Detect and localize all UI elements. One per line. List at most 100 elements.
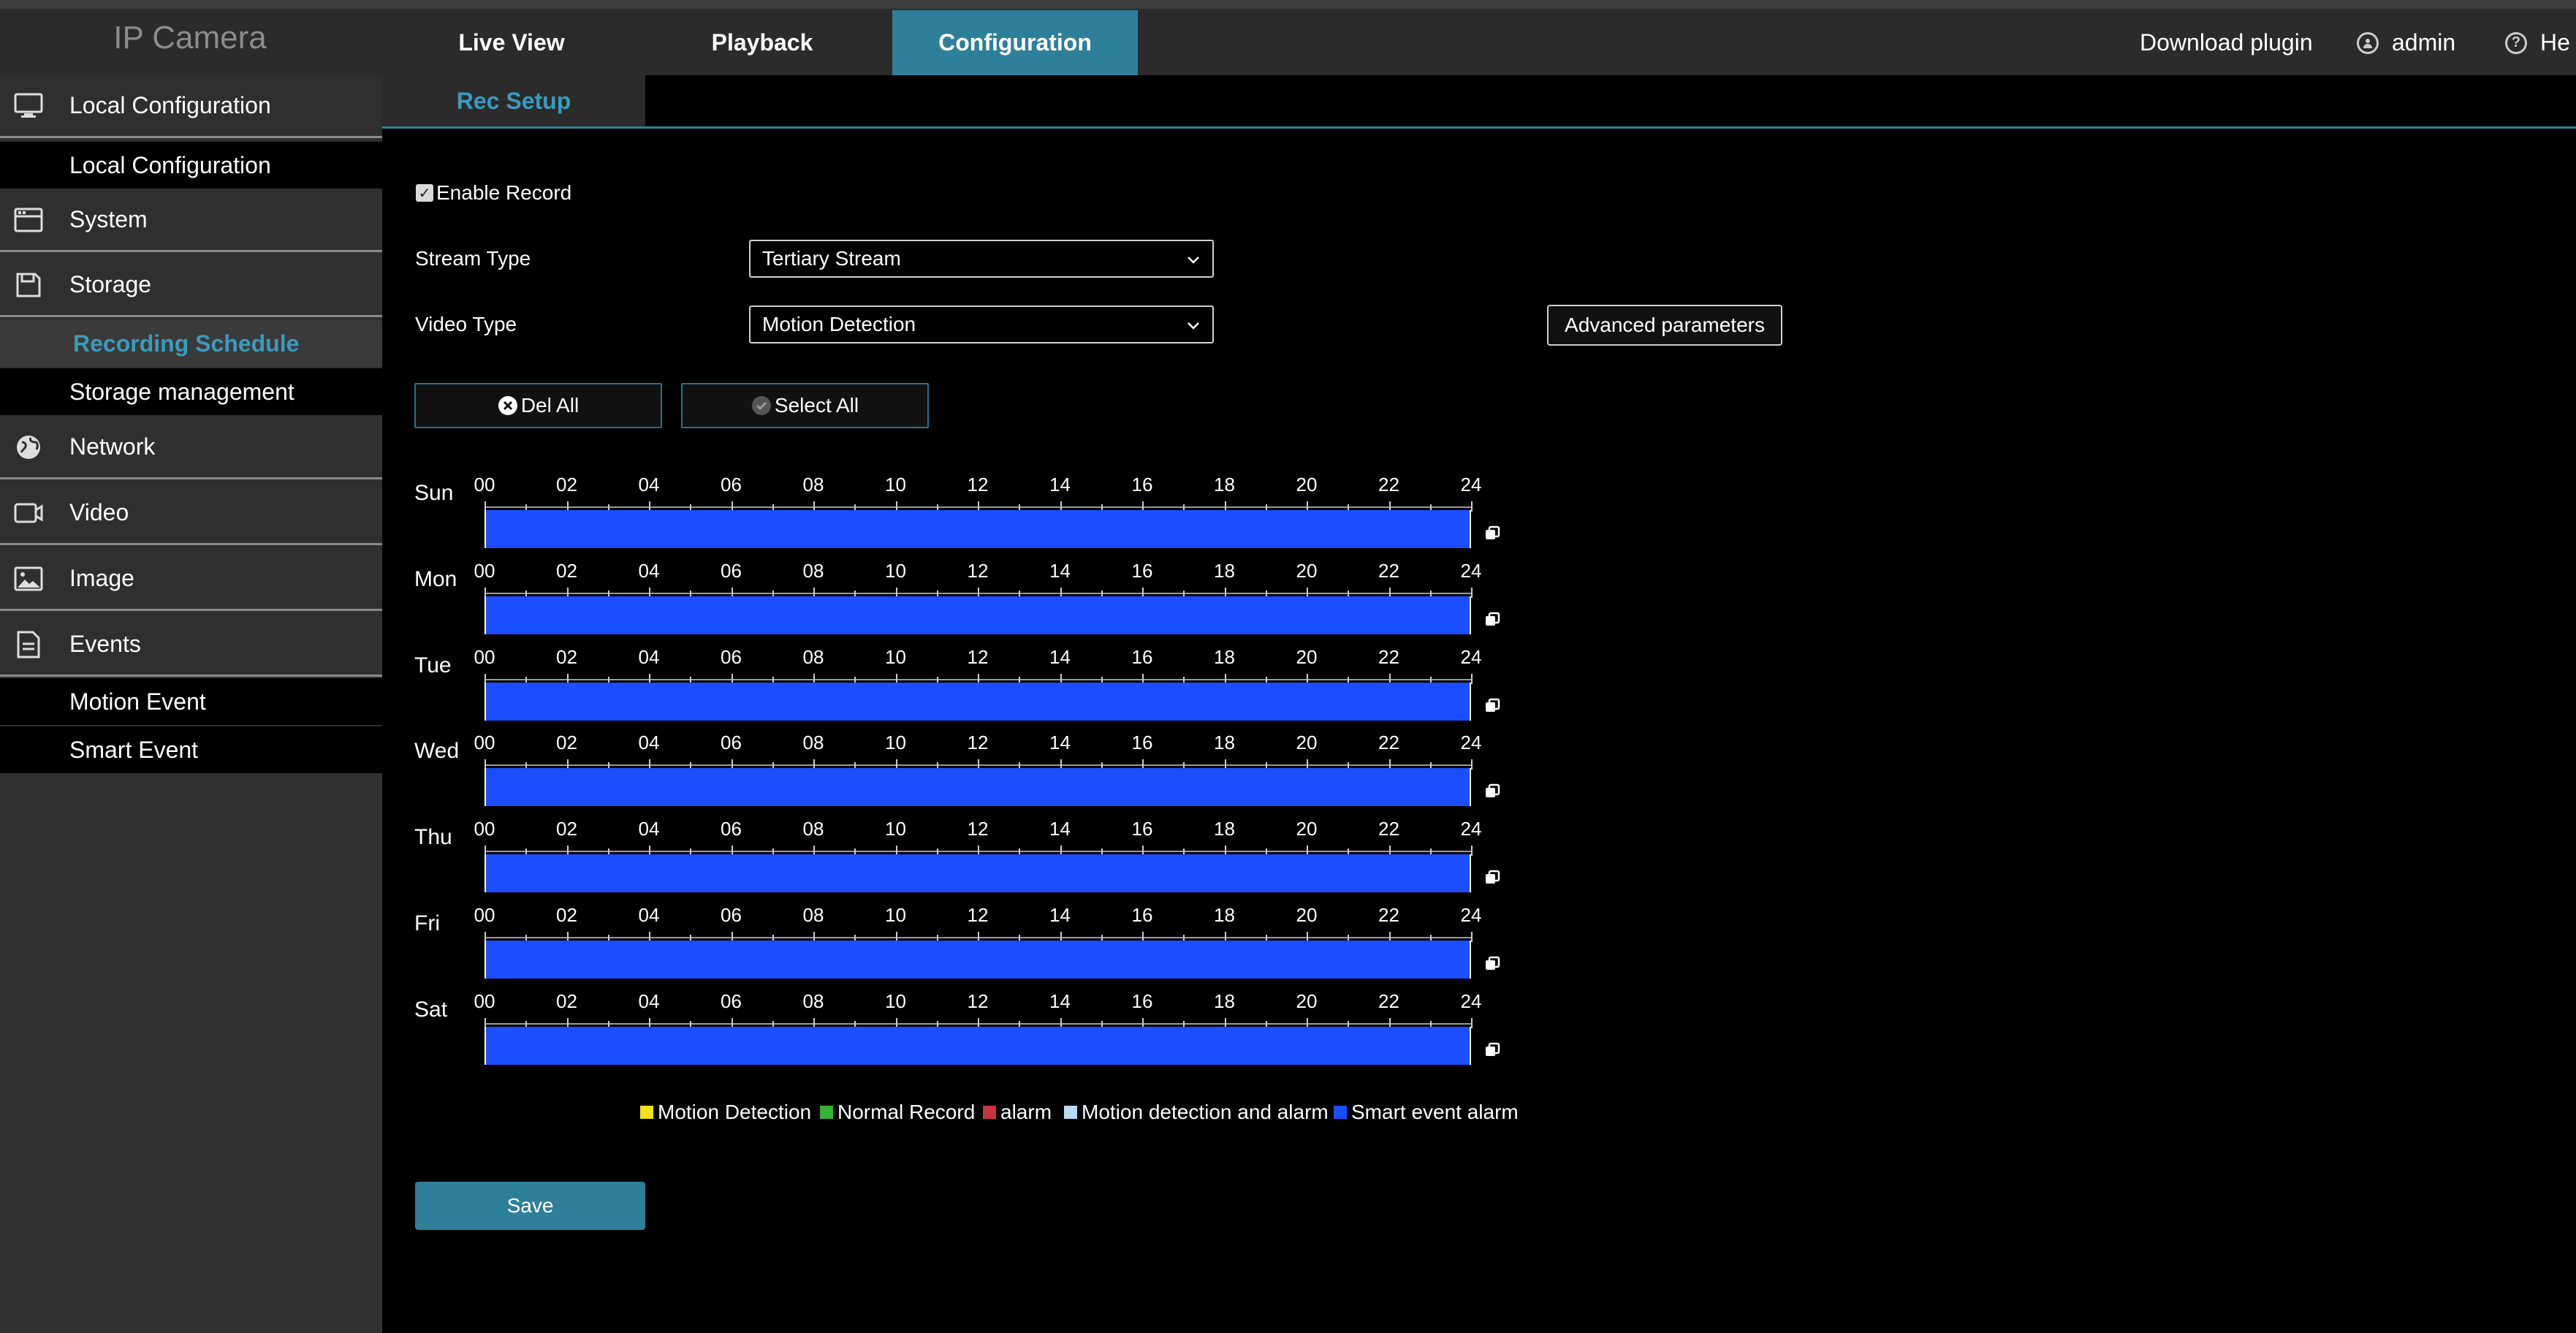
select-all-button[interactable]: Select All [681,383,929,428]
download-plugin-link[interactable]: Download plugin [2140,10,2313,75]
hour-label: 18 [1214,645,1235,668]
hour-label: 14 [1049,474,1071,495]
del-all-label: Del All [520,394,580,417]
timeline-bar-sun[interactable] [485,510,1471,548]
document-icon [13,629,44,660]
sidebar-item-label: System [69,206,148,232]
hour-label: 12 [967,474,989,495]
sidebar-item-label: Network [69,433,156,460]
save-button[interactable]: Save [415,1182,645,1230]
hour-label: 06 [721,818,742,840]
tab-playback[interactable]: Playback [661,10,863,75]
hour-label: 00 [474,559,495,582]
hour-label: 04 [638,990,660,1012]
sidebar-item-label: Image [69,565,134,591]
hour-label: 24 [1460,474,1482,495]
tab-live-view[interactable]: Live View [411,10,612,75]
hour-label: 12 [967,732,989,754]
hour-label: 20 [1296,990,1318,1012]
hour-label: 04 [638,474,660,495]
timeline-bar-thu[interactable] [485,854,1471,893]
sidebar-item-label: Video [69,499,129,525]
select-all-label: Select All [774,394,859,417]
server-icon [13,205,44,235]
hour-label: 24 [1460,732,1482,754]
copy-icon[interactable] [1483,697,1504,718]
legend-item: Motion Detection [640,1101,811,1124]
hour-label: 24 [1460,904,1482,926]
timeline-bar-tue[interactable] [485,682,1471,721]
stream-type-select[interactable]: Tertiary Stream [749,240,1214,278]
sidebar-item-local-configuration[interactable]: Local Configuration [0,75,382,138]
tab-configuration[interactable]: Configuration [892,10,1138,75]
hour-label: 24 [1460,818,1482,840]
hour-label: 00 [474,732,495,754]
legend-label: Motion detection and alarm [1082,1101,1329,1123]
hour-label: 14 [1049,732,1071,754]
hour-label: 12 [967,645,989,668]
enable-record-checkbox[interactable]: ✓ [416,184,433,202]
hour-label: 08 [802,818,824,840]
hour-label: 16 [1131,818,1153,840]
hour-label: 16 [1131,645,1153,668]
hour-label: 04 [638,559,660,582]
legend-swatch [1334,1106,1347,1119]
sidebar-subitem-smart-event[interactable]: Smart Event [0,726,382,773]
day-label-fri: Fri [414,911,440,935]
hour-label: 08 [802,645,824,668]
hour-label: 06 [721,645,742,668]
video-type-select[interactable]: Motion Detection [749,305,1214,343]
hour-label: 16 [1131,559,1153,582]
hour-label: 08 [802,732,824,754]
timeline-bar-mon[interactable] [485,596,1471,634]
sidebar-subitem-motion-event[interactable]: Motion Event [0,678,382,725]
sidebar-item-video[interactable]: Video [0,482,382,545]
timeline-tick [1471,501,1473,512]
user-menu[interactable]: admin [2357,10,2455,75]
timeline-fill [486,941,1470,979]
timeline-tick [1471,759,1473,770]
hour-label: 14 [1049,904,1071,926]
legend-item: Motion detection and alarm [1064,1101,1329,1124]
sidebar-item-storage[interactable]: Storage [0,254,382,317]
hour-label: 22 [1378,645,1399,668]
sidebar-subitem-recording-schedule[interactable]: Recording Schedule [0,320,382,367]
copy-icon[interactable] [1483,1041,1504,1062]
sidebar-subitem-local-configuration[interactable]: Local Configuration [0,142,382,189]
hour-label: 00 [474,904,495,926]
copy-icon[interactable] [1483,525,1504,545]
hour-label: 08 [802,904,824,926]
copy-icon[interactable] [1483,611,1504,631]
copy-icon[interactable] [1483,955,1504,976]
sidebar-item-system[interactable]: System [0,189,382,252]
timeline-fill [486,854,1470,893]
sidebar-item-events[interactable]: Events [0,614,382,677]
copy-icon[interactable] [1483,869,1504,889]
hour-label: 18 [1214,904,1235,926]
hour-label: 00 [474,645,495,668]
timeline-bar-sat[interactable] [485,1026,1471,1065]
help-link[interactable]: ? He [2505,10,2570,75]
hour-label: 06 [721,904,742,926]
sidebar-item-network[interactable]: Network [0,417,382,479]
timeline-fill [486,510,1470,548]
sidebar-item-image[interactable]: Image [0,548,382,611]
timeline-fill [486,768,1470,807]
hour-label: 08 [802,990,824,1012]
advanced-parameters-button[interactable]: Advanced parameters [1547,305,1782,346]
stream-type-label: Stream Type [415,247,531,270]
timeline-bar-wed[interactable] [485,768,1471,807]
timeline-fill [486,1026,1470,1065]
timeline-bar-fri[interactable] [485,941,1471,979]
del-all-button[interactable]: Del All [414,383,662,428]
timeline-tick [1471,673,1473,684]
chevron-down-icon [1185,316,1202,339]
copy-icon[interactable] [1483,783,1504,803]
tab-rec-setup[interactable]: Rec Setup [382,75,645,126]
hour-label: 20 [1296,559,1318,582]
sidebar-subitem-storage-management[interactable]: Storage management [0,368,382,415]
hour-label: 02 [556,818,577,840]
hour-label: 18 [1214,732,1235,754]
hour-label: 10 [885,818,906,840]
hour-label: 06 [721,990,742,1012]
